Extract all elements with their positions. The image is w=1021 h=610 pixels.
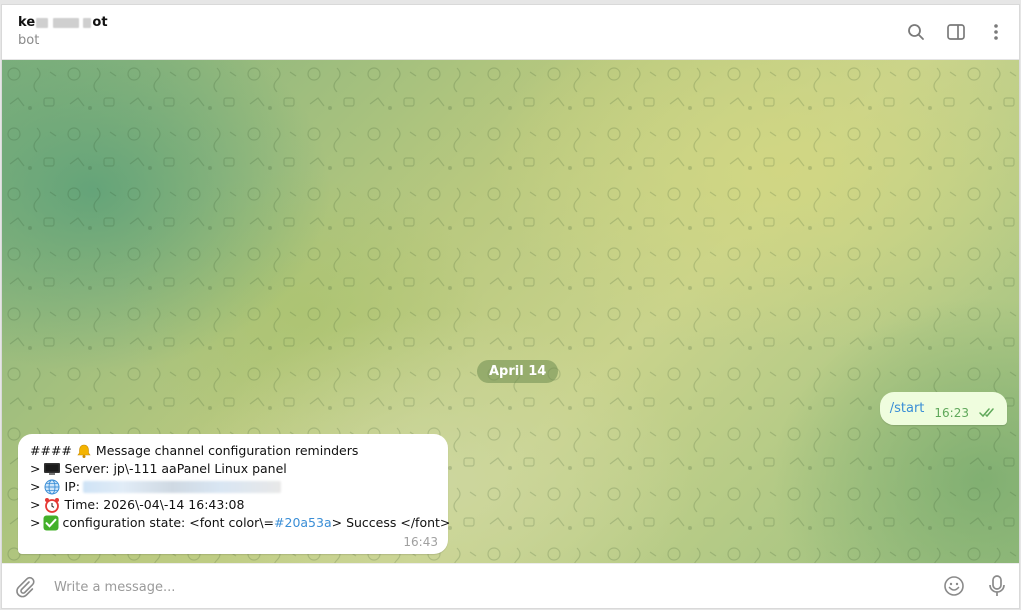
telegram-window: ke ot bot April 14 /start 16:23 #### Mes… [1, 4, 1020, 609]
outgoing-message[interactable]: /start 16:23 [879, 392, 1007, 425]
message-line: > Time: 2026\-04\-14 16:43:08 [30, 497, 245, 513]
redacted-name-block [36, 17, 49, 28]
alarm-clock-icon [43, 497, 61, 513]
hashtag-link[interactable]: #20a53a [274, 514, 332, 532]
monitor-icon [43, 461, 61, 477]
paperclip-icon[interactable] [14, 576, 36, 602]
redacted-name-block [83, 17, 92, 28]
message-line: > configuration state: <font color\= #20a… [30, 514, 451, 532]
message-line: > Server: jp\-111 aaPanel Linux panel [30, 461, 287, 477]
microphone-icon[interactable] [987, 574, 1007, 602]
double-check-icon [979, 403, 997, 422]
chat-header: ke ot bot [2, 5, 1019, 60]
date-separator: April 14 [477, 360, 559, 383]
chat-title-end: ot [92, 15, 108, 30]
globe-icon [43, 479, 61, 495]
chat-subtitle: bot [18, 33, 40, 48]
redacted-name-block [53, 17, 80, 28]
message-line: > IP: [30, 478, 436, 496]
chat-title-start: ke [18, 15, 36, 30]
check-mark-icon [43, 515, 59, 531]
sidebar-toggle-icon[interactable] [943, 19, 969, 45]
message-input[interactable] [54, 576, 914, 598]
emoji-icon[interactable] [943, 575, 965, 601]
search-icon[interactable] [903, 19, 929, 45]
chat-title-area[interactable]: ke ot bot [18, 15, 108, 48]
message-time: 16:23 [934, 405, 969, 420]
incoming-message[interactable]: #### Message channel configuration remin… [18, 434, 451, 554]
message-time: 16:43 [403, 535, 438, 549]
redacted-ip-link[interactable] [82, 481, 281, 493]
chat-title: ke ot [18, 15, 108, 30]
bell-icon [75, 443, 93, 459]
chat-background: April 14 /start 16:23 #### Message chann… [2, 60, 1019, 563]
more-vertical-icon[interactable] [983, 19, 1009, 45]
message-composer [2, 563, 1019, 608]
message-line: #### Message channel configuration remin… [30, 443, 359, 459]
bot-command-link[interactable]: /start [890, 401, 925, 416]
